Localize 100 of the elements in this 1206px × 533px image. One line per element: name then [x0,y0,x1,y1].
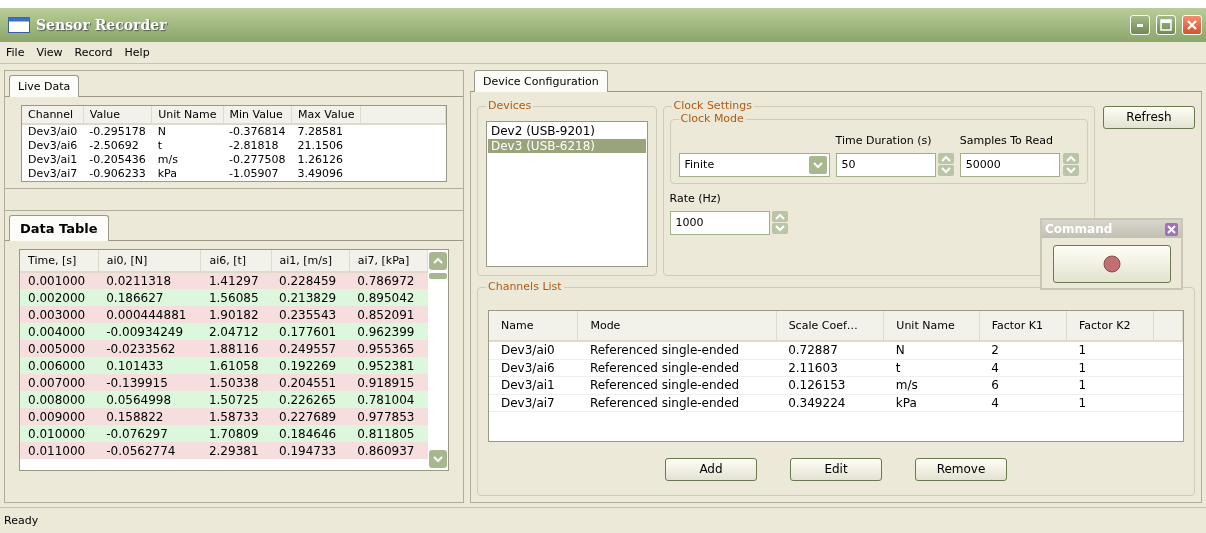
scroll-down-button[interactable] [429,450,447,469]
window-title: Sensor Recorder [36,16,167,34]
table-cell-text: -0.277508 [228,152,287,167]
tab[interactable]: Live Data [9,75,80,98]
table-cell-text: -0.205436 [88,152,147,167]
close-button[interactable] [1165,222,1178,236]
column-header[interactable]: Name [489,311,578,342]
table-cell: 0.192269 [271,357,350,375]
table-cell: 0.895042 [349,289,428,307]
table-cell: 4 [979,394,1067,412]
column-header[interactable]: Mode [577,311,777,342]
dropdown[interactable]: Finite [678,152,830,177]
table-cell: -0.00934249 [98,323,201,341]
table-cell: 0.349224 [776,394,884,412]
record-button[interactable] [1052,245,1171,283]
field-label: Rate (Hz) [669,191,722,206]
number-field[interactable]: 50 [835,152,936,177]
table-cell: 0.003000 [20,306,99,324]
table-cell: 1.61058 [200,357,271,375]
column-header[interactable]: Max Value [291,106,361,125]
action-button[interactable]: Edit [790,458,882,481]
table-cell-text: Dev3/ai1 [27,152,79,167]
column-header[interactable]: ai6, [t] [200,250,271,273]
scrollbar-thumb[interactable] [429,272,447,279]
list-item[interactable]: Dev2 (USB-9201) [488,124,646,139]
table-cell: -0.0233562 [98,340,201,358]
column-header[interactable]: ai1, [m/s] [271,250,350,273]
column-header[interactable]: Factor K2 [1066,311,1154,342]
table-cell: 0.811805 [349,425,428,443]
table-cell-text: -1.05907 [228,166,280,181]
column-header[interactable]: Min Value [223,106,292,125]
column-header[interactable]: Scale Coef… [776,311,884,342]
table-cell: 4 [979,359,1067,377]
column-header[interactable]: Channel [22,106,84,125]
maximize-button[interactable] [1156,15,1176,35]
table-cell: Referenced single-ended [577,359,777,377]
window-title: Command [1045,221,1113,237]
maximize-icon [1160,19,1172,31]
spin-button[interactable] [938,153,955,177]
close-icon [1186,19,1198,31]
menu-item[interactable]: File [6,45,25,60]
table-cell: 7.28581 [291,124,361,139]
table-cell: 0.852091 [349,306,428,324]
column-header[interactable]: ai7, [kPa] [349,250,428,273]
table-cell: Dev3/ai1 [489,376,578,395]
menu-item[interactable]: Record [74,45,113,60]
table-cell-text: 3.49096 [296,166,345,181]
table-cell: 1.56085 [200,289,271,307]
table-cell: 0.955365 [349,340,428,358]
column-header[interactable]: Factor K1 [979,311,1067,342]
table-cell: 1.88116 [200,340,271,358]
table-cell-text: Dev3/ai6 [27,138,79,153]
action-button[interactable]: Add [665,458,757,481]
table-cell: 0.227689 [271,408,350,426]
table-cell-text: -2.50692 [88,138,140,153]
table-cell: 0.177601 [271,323,350,341]
table-cell: 0.918915 [349,374,428,392]
table-cell: 1.70809 [200,425,271,443]
table-cell: 0.235543 [271,306,350,324]
table-cell: 0.72887 [776,341,884,360]
tab[interactable]: Device Configuration [474,70,608,93]
column-header[interactable]: Unit Name [151,106,224,125]
table-cell: 2.04712 [200,323,271,341]
table-cell: 0.781004 [349,391,428,409]
table-cell: kPa [883,394,980,412]
field-label: Time Duration (s) [835,134,933,148]
number-field[interactable]: 50000 [959,152,1060,177]
table-cell: 0.962399 [349,323,428,341]
table-cell-text: Dev3/ai7 [27,166,79,181]
table-cell: 1 [1066,359,1154,377]
close-button[interactable] [1182,15,1202,35]
table-cell-text: kPa [156,166,178,181]
table-cell: t [883,359,980,377]
column-header[interactable]: ai0, [N] [98,250,201,273]
table-cell: Dev3/ai0 [22,124,84,139]
table-cell-text: t [156,138,164,153]
table-cell: 0.0564998 [98,391,201,409]
table-cell: 2.29381 [200,442,271,460]
scroll-up-button[interactable] [429,252,447,271]
table-cell: -0.139915 [98,374,201,392]
spin-button[interactable] [1062,153,1079,177]
action-button[interactable]: Remove [915,458,1007,481]
column-header[interactable]: Time, [s] [20,250,99,273]
spin-button[interactable] [772,211,789,235]
table-cell: N [883,341,980,360]
refresh-button[interactable]: Refresh [1103,106,1195,129]
table-cell: Referenced single-ended [577,394,777,412]
menu-item[interactable]: View [36,45,63,60]
minimize-button[interactable] [1130,15,1150,35]
table-cell: 0.002000 [20,289,99,307]
table-cell: Dev3/ai0 [489,341,578,360]
column-header[interactable]: Value [83,106,152,125]
table-cell: 0.004000 [20,323,99,341]
table-cell: 1.41297 [200,272,271,290]
column-header[interactable]: Unit Name [883,311,980,342]
table-cell: m/s [883,376,980,395]
menu-item[interactable]: Help [124,45,150,60]
minimize-icon [1137,23,1143,27]
tab[interactable]: Data Table [9,214,109,242]
number-field[interactable]: 1000 [669,210,770,235]
